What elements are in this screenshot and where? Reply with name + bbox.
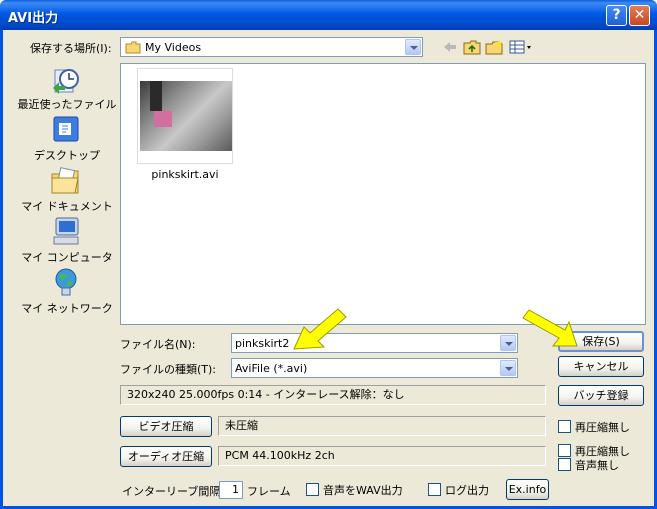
file-list[interactable]: pinkskirt.avi bbox=[120, 63, 646, 325]
place-recent[interactable]: 最近使ったファイル bbox=[13, 64, 121, 114]
file-thumbnail[interactable] bbox=[137, 68, 233, 164]
no-audio-label: 音声無し bbox=[575, 459, 619, 472]
place-my-documents[interactable]: マイ ドキュメント bbox=[13, 166, 121, 216]
log-output-checkbox[interactable] bbox=[428, 483, 441, 496]
place-my-computer[interactable]: マイ コンピュータ bbox=[13, 217, 121, 267]
save-in-label: 保存する場所(I): bbox=[30, 42, 112, 55]
video-thumbnail-image bbox=[140, 81, 232, 151]
audio-compression-value: PCM 44.100kHz 2ch bbox=[218, 446, 546, 466]
desktop-icon bbox=[53, 116, 79, 142]
filename-value: pinkskirt2 bbox=[235, 337, 290, 350]
filename-input[interactable]: pinkskirt2 bbox=[231, 333, 518, 353]
filetype-select[interactable]: AviFile (*.avi) bbox=[231, 358, 518, 378]
my-computer-icon bbox=[53, 217, 79, 245]
close-button[interactable]: ✕ bbox=[629, 5, 650, 26]
place-label: マイ コンピュータ bbox=[21, 251, 113, 264]
place-label: 最近使ったファイル bbox=[17, 98, 117, 111]
chevron-down-icon[interactable] bbox=[500, 360, 516, 376]
video-info: 320x240 25.000fps 0:14 - インターレース解除：なし bbox=[120, 385, 546, 405]
place-label: マイ ネットワーク bbox=[21, 302, 113, 315]
cancel-button[interactable]: キャンセル bbox=[558, 356, 644, 377]
audio-no-recompress-checkbox[interactable] bbox=[558, 444, 571, 457]
dialog-client: 保存する場所(I): My Videos 最近使ったファイル デスクトップ マイ… bbox=[3, 30, 654, 506]
place-my-network[interactable]: マイ ネットワーク bbox=[13, 268, 121, 318]
chevron-down-icon[interactable] bbox=[500, 335, 516, 351]
exinfo-button[interactable]: Ex.info bbox=[506, 479, 549, 500]
places-bar: 最近使ったファイル デスクトップ マイ ドキュメント マイ コンピュータ マイ … bbox=[13, 62, 121, 322]
audio-compression-button[interactable]: オーディオ圧縮 bbox=[120, 446, 212, 467]
new-folder-icon[interactable] bbox=[485, 39, 503, 55]
my-documents-icon bbox=[51, 167, 79, 194]
view-menu-icon[interactable] bbox=[509, 39, 533, 55]
filetype-label: ファイルの種類(T): bbox=[120, 363, 217, 376]
batch-register-button[interactable]: バッチ登録 bbox=[558, 385, 644, 406]
file-name[interactable]: pinkskirt.avi bbox=[137, 168, 233, 181]
wav-output-label: 音声をWAV出力 bbox=[323, 484, 403, 497]
title-bar[interactable]: AVI出力 ? ✕ bbox=[0, 0, 657, 30]
video-compression-value: 未圧縮 bbox=[218, 416, 546, 436]
video-no-recompress-label: 再圧縮無し bbox=[575, 421, 630, 434]
save-in-combo[interactable]: My Videos bbox=[120, 37, 423, 57]
up-folder-icon[interactable] bbox=[463, 39, 481, 55]
video-no-recompress-checkbox[interactable] bbox=[558, 420, 571, 433]
place-label: マイ ドキュメント bbox=[21, 200, 113, 213]
frame-label: フレーム bbox=[247, 485, 291, 498]
filetype-value: AviFile (*.avi) bbox=[235, 362, 308, 375]
place-label: デスクトップ bbox=[34, 149, 100, 162]
video-compression-button[interactable]: ビデオ圧縮 bbox=[120, 416, 212, 437]
avi-output-dialog: AVI出力 ? ✕ 保存する場所(I): My Videos 最近使ったファイル… bbox=[0, 0, 657, 509]
interleave-input[interactable]: 1 bbox=[219, 481, 243, 499]
annotation-arrow-icon bbox=[293, 308, 347, 350]
folder-icon bbox=[125, 41, 141, 54]
annotation-arrow-icon bbox=[522, 309, 578, 347]
wav-output-checkbox[interactable] bbox=[306, 483, 319, 496]
my-network-icon bbox=[55, 268, 77, 296]
recent-files-icon bbox=[53, 69, 79, 94]
save-in-value: My Videos bbox=[145, 41, 202, 54]
filename-label: ファイル名(N): bbox=[120, 338, 196, 351]
log-output-label: ログ出力 bbox=[445, 484, 489, 497]
help-button[interactable]: ? bbox=[606, 5, 627, 26]
interleave-label: インターリーブ間隔： bbox=[122, 485, 232, 498]
chevron-down-icon[interactable] bbox=[405, 39, 421, 55]
no-audio-checkbox[interactable] bbox=[558, 458, 571, 471]
back-icon[interactable] bbox=[441, 39, 459, 55]
window-title: AVI出力 bbox=[8, 11, 59, 26]
place-desktop[interactable]: デスクトップ bbox=[13, 115, 121, 165]
